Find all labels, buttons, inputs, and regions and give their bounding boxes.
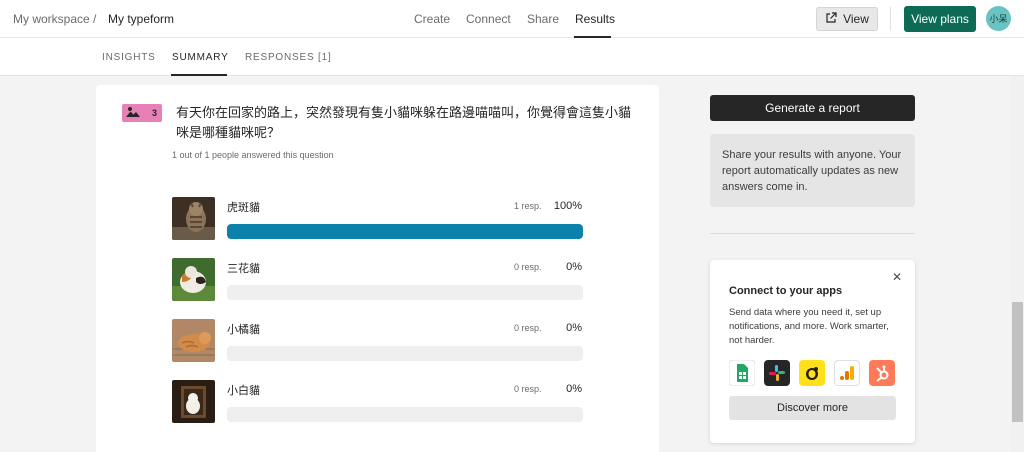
tab-active-indicator xyxy=(171,74,227,76)
answer-percent: 100% xyxy=(553,200,582,212)
slack-icon[interactable] xyxy=(764,360,790,386)
orange-cat-photo xyxy=(172,319,215,362)
apps-card-description: Send data where you need it, set up noti… xyxy=(729,307,889,346)
breadcrumb-form-name[interactable]: My typeform xyxy=(108,12,174,26)
header-divider xyxy=(890,7,891,31)
answer-row: 虎斑貓 1 resp. 100% xyxy=(172,197,584,241)
view-button[interactable]: View xyxy=(816,7,878,31)
close-icon[interactable]: ✕ xyxy=(892,270,902,284)
answer-percent: 0% xyxy=(566,383,582,395)
top-bar: My workspace / My typeform Create Connec… xyxy=(0,0,1024,38)
mailchimp-icon[interactable] xyxy=(799,360,825,386)
answer-row: 小橘貓 0 resp. 0% xyxy=(172,319,584,363)
page-scrollbar-thumb[interactable] xyxy=(1012,302,1023,422)
answered-count: 1 out of 1 people answered this question xyxy=(172,150,334,160)
tab-summary[interactable]: SUMMARY xyxy=(172,52,229,63)
answer-label: 三花貓 xyxy=(227,263,260,275)
answer-label: 小白貓 xyxy=(227,385,260,397)
tabby-cat-photo xyxy=(172,197,215,240)
picture-choice-icon xyxy=(126,104,140,122)
question-title: 有天你在回家的路上，突然發現有隻小貓咪躲在路邊喵喵叫，你覺得會這隻小貓咪是哪種貓… xyxy=(176,105,632,140)
breadcrumb-separator: / xyxy=(93,12,97,26)
answer-bar-track xyxy=(227,285,583,300)
nav-results[interactable]: Results xyxy=(575,12,615,26)
avatar[interactable]: 小呆 xyxy=(986,6,1011,31)
answer-resp-count: 0 resp. xyxy=(514,262,542,272)
view-button-label: View xyxy=(843,12,869,26)
nav-create[interactable]: Create xyxy=(414,12,450,26)
answer-row: 三花貓 0 resp. 0% xyxy=(172,258,584,302)
answer-bar-track xyxy=(227,224,583,239)
google-analytics-icon[interactable] xyxy=(834,360,860,386)
breadcrumb-workspace[interactable]: My workspace xyxy=(13,12,90,26)
question-number: 3 xyxy=(152,108,158,118)
results-tabs: INSIGHTS SUMMARY RESPONSES [1] xyxy=(0,38,1024,76)
white-cat-photo xyxy=(172,380,215,423)
answer-label: 虎斑貓 xyxy=(227,202,260,214)
nav-connect[interactable]: Connect xyxy=(466,12,511,26)
tab-insights[interactable]: INSIGHTS xyxy=(102,52,156,63)
answer-resp-count: 0 resp. xyxy=(514,323,542,333)
calico-cat-photo xyxy=(172,258,215,301)
tab-responses[interactable]: RESPONSES [1] xyxy=(245,52,332,63)
connect-apps-card: ✕ Connect to your apps Send data where y… xyxy=(710,260,915,443)
answer-resp-count: 1 resp. xyxy=(514,201,542,211)
answer-label: 小橘貓 xyxy=(227,324,260,336)
question-summary-card: 3 有天你在回家的路上，突然發現有隻小貓咪躲在路邊喵喵叫，你覺得會這隻小貓咪是哪… xyxy=(96,85,659,452)
view-plans-button[interactable]: View plans xyxy=(904,6,976,32)
answer-percent: 0% xyxy=(566,261,582,273)
sidebar-divider xyxy=(710,233,915,234)
answer-bar-track xyxy=(227,346,583,361)
google-sheets-icon[interactable] xyxy=(729,360,755,386)
answer-percent: 0% xyxy=(566,322,582,334)
discover-more-button[interactable]: Discover more xyxy=(729,396,896,420)
answer-bar-fill xyxy=(227,224,583,239)
generate-report-button[interactable]: Generate a report xyxy=(710,95,915,121)
answer-bar-track xyxy=(227,407,583,422)
external-link-icon xyxy=(825,11,837,27)
apps-card-title: Connect to your apps xyxy=(729,285,843,297)
question-badge: 3 xyxy=(122,104,162,122)
nav-share[interactable]: Share xyxy=(527,12,559,26)
answer-resp-count: 0 resp. xyxy=(514,384,542,394)
share-results-info: Share your results with anyone. Your rep… xyxy=(710,134,915,207)
answer-row: 小白貓 0 resp. 0% xyxy=(172,380,584,424)
hubspot-icon[interactable] xyxy=(869,360,895,386)
